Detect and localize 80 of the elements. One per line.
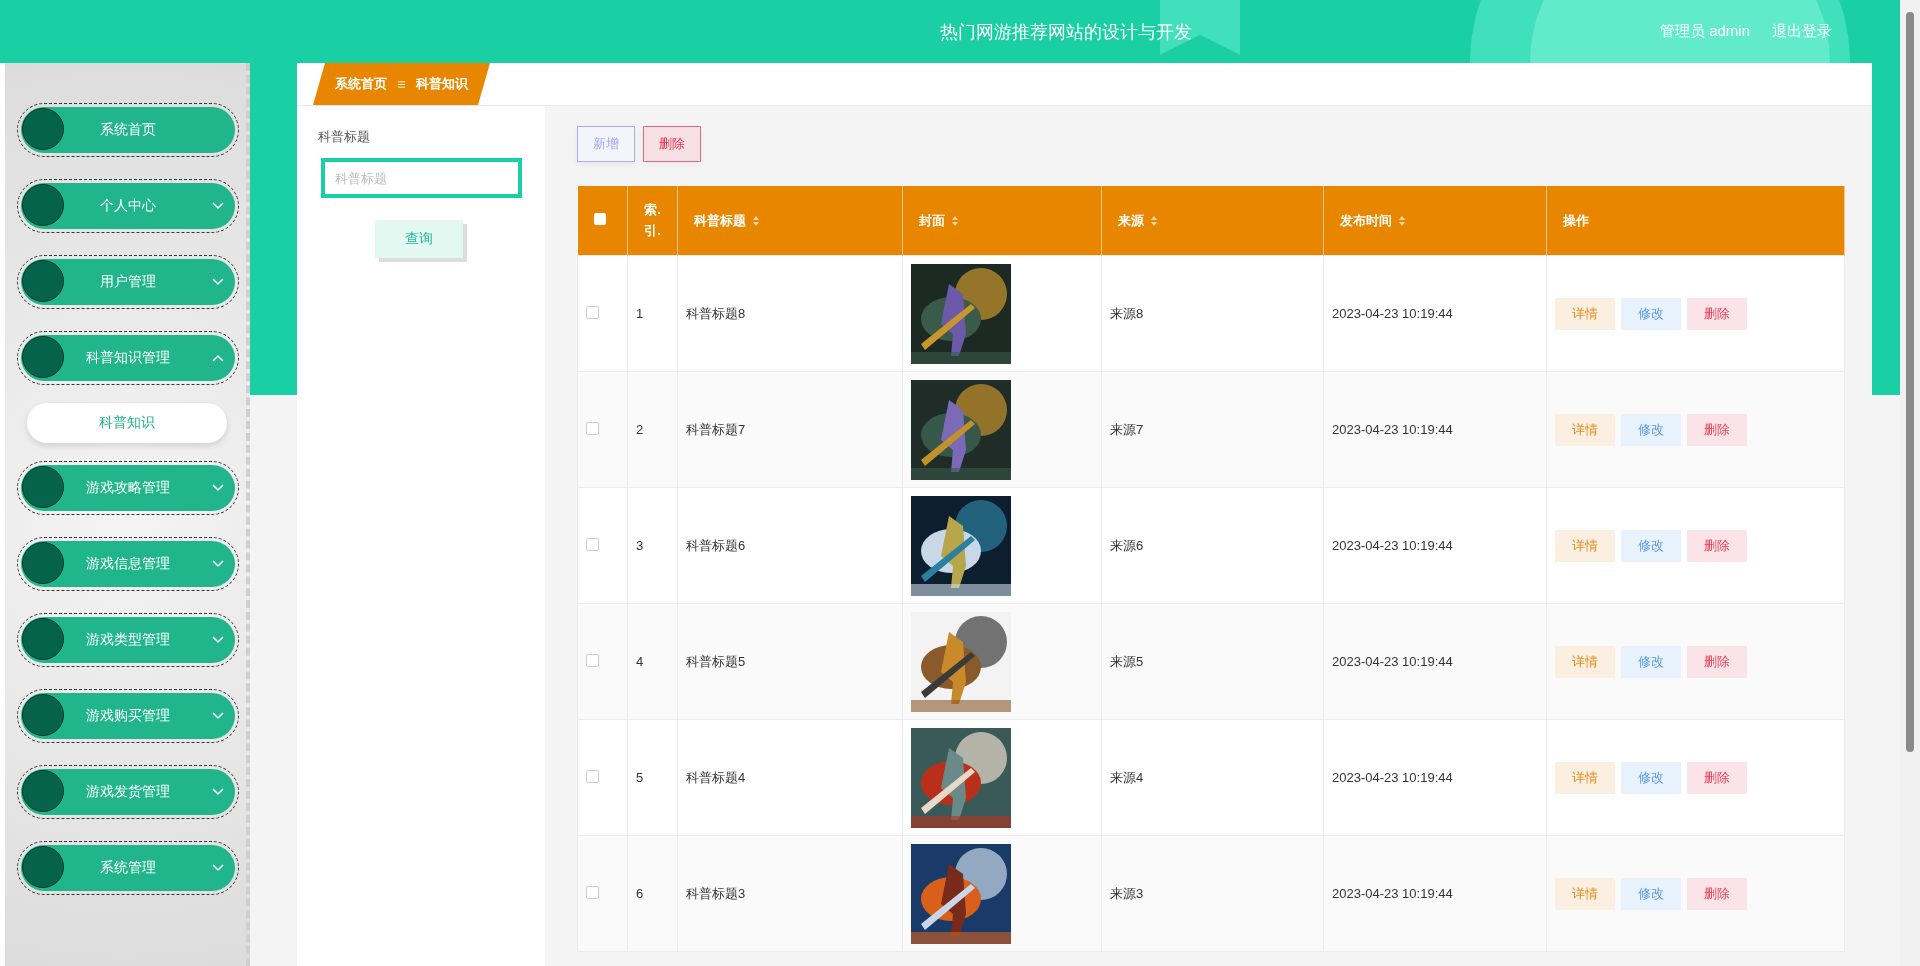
table-cell: 来源3 bbox=[1101, 835, 1324, 952]
row-checkbox[interactable] bbox=[586, 537, 599, 551]
edit-button[interactable]: 修改 bbox=[1621, 297, 1681, 330]
knob-icon bbox=[22, 542, 64, 584]
knob-icon bbox=[22, 846, 64, 888]
delete-button[interactable]: 删除 bbox=[1687, 645, 1747, 678]
table-cell: 来源5 bbox=[1101, 603, 1324, 720]
edit-button[interactable]: 修改 bbox=[1621, 529, 1681, 562]
sort-icon[interactable] bbox=[951, 214, 959, 227]
logout-link[interactable]: 退出登录 bbox=[1772, 22, 1832, 41]
column-header: 科普标题 bbox=[677, 186, 903, 256]
user-name: 管理员 admin bbox=[1660, 22, 1751, 41]
detail-button[interactable]: 详情 bbox=[1555, 645, 1615, 678]
delete-button[interactable]: 删除 bbox=[643, 126, 701, 162]
row-checkbox[interactable] bbox=[586, 885, 599, 899]
edit-button[interactable]: 修改 bbox=[1621, 645, 1681, 678]
column-header: 发布时间 bbox=[1323, 186, 1547, 256]
detail-button[interactable]: 详情 bbox=[1555, 877, 1615, 910]
edit-button[interactable]: 修改 bbox=[1621, 877, 1681, 910]
table-cell: 6 bbox=[627, 835, 678, 952]
select-all-checkbox[interactable] bbox=[593, 213, 606, 225]
knob-icon bbox=[22, 770, 64, 812]
add-button[interactable]: 新增 bbox=[577, 126, 635, 162]
detail-button[interactable]: 详情 bbox=[1555, 761, 1615, 794]
table-cell: 5 bbox=[627, 719, 678, 836]
knob-icon bbox=[22, 108, 64, 150]
column-header: 索.引. bbox=[627, 186, 678, 256]
row-checkbox[interactable] bbox=[586, 653, 599, 667]
sort-icon[interactable] bbox=[1398, 214, 1406, 227]
field-label: 科普标题 bbox=[318, 128, 370, 146]
delete-button[interactable]: 删除 bbox=[1687, 297, 1747, 330]
edit-button[interactable]: 修改 bbox=[1621, 413, 1681, 446]
detail-button[interactable]: 详情 bbox=[1555, 413, 1615, 446]
delete-button[interactable]: 删除 bbox=[1687, 877, 1747, 910]
detail-button[interactable]: 详情 bbox=[1555, 529, 1615, 562]
delete-button[interactable]: 删除 bbox=[1687, 413, 1747, 446]
delete-button[interactable]: 删除 bbox=[1687, 529, 1747, 562]
table-cell: 3 bbox=[627, 487, 678, 604]
table-cell: 科普标题6 bbox=[677, 487, 903, 604]
search-field[interactable]: 科普标题 bbox=[321, 158, 522, 198]
table-cell: 2023-04-23 10:19:44 bbox=[1323, 719, 1547, 836]
detail-button[interactable]: 详情 bbox=[1555, 297, 1615, 330]
delete-button[interactable]: 删除 bbox=[1687, 761, 1747, 794]
knob-icon bbox=[22, 466, 64, 508]
column-header: 来源 bbox=[1101, 186, 1324, 256]
table-cell: 科普标题4 bbox=[677, 719, 903, 836]
table-cell: 4 bbox=[627, 603, 678, 720]
table-cell: 来源6 bbox=[1101, 487, 1324, 604]
table-cell: 来源7 bbox=[1101, 371, 1324, 488]
table-cell: 2023-04-23 10:19:44 bbox=[1323, 371, 1547, 488]
breadcrumb-link[interactable]: 系统首页 bbox=[335, 75, 387, 93]
submenu-item[interactable]: 科普知识 bbox=[27, 403, 227, 443]
site-title: 热门网游推荐网站的设计与开发 bbox=[940, 21, 1192, 44]
knob-icon bbox=[22, 618, 64, 660]
sort-icon[interactable] bbox=[1150, 214, 1158, 227]
knob-icon bbox=[22, 336, 64, 378]
row-checkbox[interactable] bbox=[586, 305, 599, 319]
table-cell: 2023-04-23 10:19:44 bbox=[1323, 835, 1547, 952]
table-cell: 来源8 bbox=[1101, 255, 1324, 372]
knob-icon bbox=[22, 694, 64, 736]
table-cell: 2023-04-23 10:19:44 bbox=[1323, 255, 1547, 372]
column-header: 操作 bbox=[1546, 186, 1845, 256]
table-cell: 科普标题8 bbox=[677, 255, 903, 372]
table-cell: 科普标题7 bbox=[677, 371, 903, 488]
knob-icon bbox=[22, 260, 64, 302]
separator-icon bbox=[397, 79, 406, 89]
edit-button[interactable]: 修改 bbox=[1621, 761, 1681, 794]
knob-icon bbox=[22, 184, 64, 226]
table-cell: 2023-04-23 10:19:44 bbox=[1323, 487, 1547, 604]
table-cell: 2 bbox=[627, 371, 678, 488]
row-checkbox[interactable] bbox=[586, 769, 599, 783]
table-cell: 2023-04-23 10:19:44 bbox=[1323, 603, 1547, 720]
breadcrumb-link[interactable]: 科普知识 bbox=[416, 75, 468, 93]
table-cell: 科普标题5 bbox=[677, 603, 903, 720]
row-checkbox[interactable] bbox=[586, 421, 599, 435]
table-cell: 来源4 bbox=[1101, 719, 1324, 836]
column-header: 封面 bbox=[902, 186, 1102, 256]
table-cell: 科普标题3 bbox=[677, 835, 903, 952]
table-cell: 1 bbox=[627, 255, 678, 372]
sort-icon[interactable] bbox=[752, 214, 760, 227]
